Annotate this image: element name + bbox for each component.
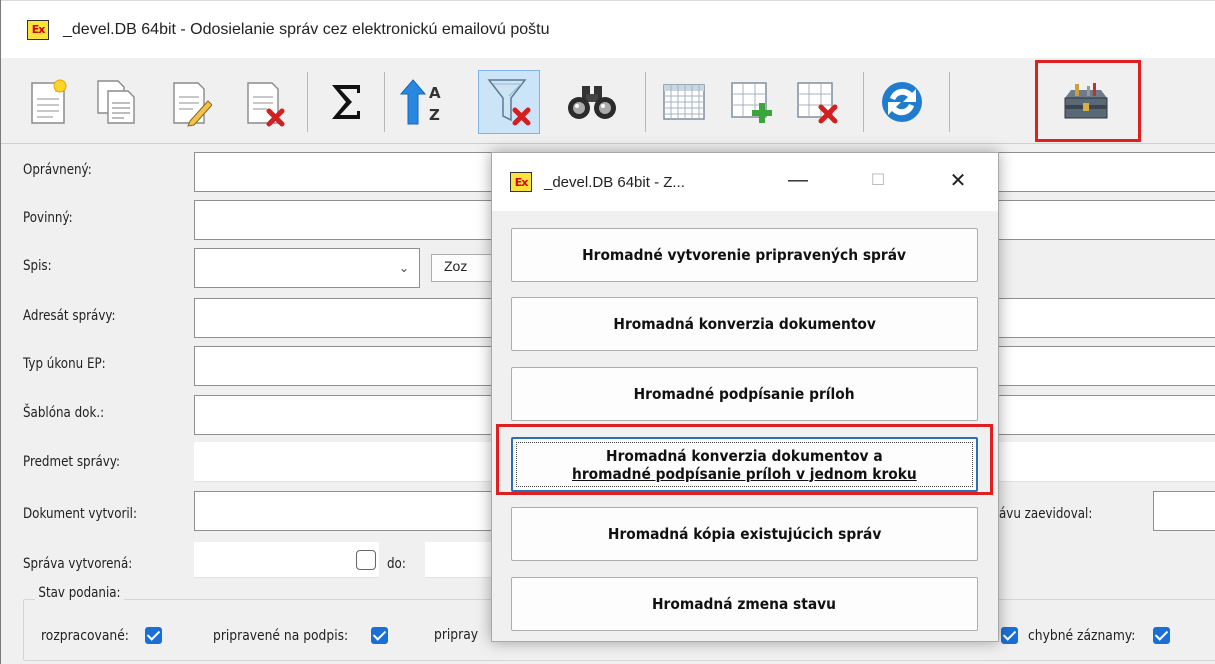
stav-pripray-label: pripray (434, 627, 479, 643)
clear-filter-button[interactable] (478, 70, 540, 134)
bulk-sign-button[interactable]: Hromadné podpísanie príloh (511, 367, 978, 421)
toolbar-separator (307, 72, 308, 132)
btn-line: Hromadné vytvorenie pripravených správ (582, 246, 907, 264)
clear-filter-icon (487, 79, 531, 126)
adresat-label: Adresát správy: (23, 308, 116, 324)
delete-row-button[interactable] (787, 70, 849, 134)
app-icon: Ex (27, 19, 49, 40)
binoculars-icon (568, 86, 616, 119)
zaevidoval-label: ávu zaevidoval: (999, 506, 1093, 522)
maximize-button[interactable]: ☐ (858, 165, 898, 195)
dialog-app-icon: Ex (510, 172, 532, 192)
stav-pripravene[interactable]: pripravené na podpis: (213, 627, 389, 644)
toolbar: A Z (1, 58, 1215, 144)
stav-rozpracovane[interactable]: rozpracované: (41, 627, 163, 644)
stav-pripray[interactable]: pripray (434, 627, 484, 643)
bulk-convert-button[interactable]: Hromadná konverzia dokumentov (511, 297, 978, 351)
dialog-title-bar: Ex _devel.DB 64bit - Z... (492, 153, 998, 211)
edit-document-button[interactable] (159, 70, 221, 134)
add-row-button[interactable] (721, 70, 783, 134)
stav-podania-label: Stav podania: (35, 585, 124, 601)
toolbox-highlight (1035, 60, 1141, 142)
dokument-vytvoril-label: Dokument vytvoril: (23, 506, 138, 522)
copy-document-icon (97, 80, 135, 124)
minimize-button[interactable]: — (778, 165, 818, 195)
add-row-icon (731, 82, 772, 123)
bulk-copy-button[interactable]: Hromadná kópia existujúcich správ (511, 507, 978, 561)
refresh-button[interactable] (871, 70, 933, 134)
refresh-icon (882, 82, 922, 122)
vytvorena-from-field[interactable] (194, 542, 379, 578)
stav-chybne[interactable]: chybné záznamy: (1001, 627, 1170, 644)
do-label: do: (387, 556, 406, 572)
toolbar-separator (645, 72, 646, 132)
bulk-copy-label: Hromadná kópia existujúcich správ (608, 525, 881, 543)
sum-icon (332, 85, 360, 119)
bulk-actions-dialog: Ex _devel.DB 64bit - Z... — ☐ ✕ Hromadné… (491, 152, 999, 642)
rozpracovane-checkbox[interactable] (145, 627, 163, 644)
new-document-icon (31, 79, 67, 124)
dokument-vytvoril-field[interactable] (194, 491, 504, 531)
bulk-status-change-label: Hromadná zmena stavu (652, 595, 836, 613)
sort-az-icon: A Z (399, 79, 441, 125)
zaevidoval-field[interactable] (1153, 491, 1215, 531)
find-button[interactable] (561, 70, 623, 134)
stav-pripravene-label: pripravené na podpis: (213, 627, 349, 644)
grid-button[interactable] (653, 70, 715, 134)
svg-text:A: A (429, 84, 441, 102)
sablona-label: Šablóna dok.: (23, 405, 105, 421)
bulk-create-label: Hromadné vytvorenie pripravených správ (583, 246, 907, 264)
prev-checkbox[interactable] (1001, 627, 1018, 644)
spis-label: Spis: (23, 258, 52, 274)
title-bar: Ex _devel.DB 64bit - Odosielanie správ c… (1, 0, 1215, 58)
toolbar-separator (863, 72, 864, 132)
stav-rozpracovane-label: rozpracované: (41, 627, 129, 644)
povinny-label: Povinný: (23, 210, 73, 226)
stav-chybne-label: chybné záznamy: (1028, 627, 1136, 644)
bulk-convert-label: Hromadná konverzia dokumentov (613, 315, 876, 333)
sprava-vytvorena-label: Správa vytvorená: (23, 556, 133, 572)
main-window: Ex _devel.DB 64bit - Odosielanie správ c… (0, 0, 1215, 664)
svg-text:Z: Z (429, 106, 440, 124)
opravneny-label: Oprávnený: (23, 162, 92, 178)
toolbar-separator (949, 72, 950, 132)
bulk-status-change-button[interactable]: Hromadná zmena stavu (511, 577, 978, 631)
btn-line: Hromadné podpísanie príloh (634, 385, 855, 403)
grid-icon (663, 84, 705, 120)
vytvorena-checkbox[interactable] (356, 550, 376, 570)
bulk-sign-label: Hromadné podpísanie príloh (634, 385, 855, 403)
typ-ukonu-label: Typ úkonu EP: (23, 356, 106, 372)
btn-line: Hromadná zmena stavu (652, 595, 837, 613)
btn-line: Hromadná kópia existujúcich správ (607, 525, 882, 543)
predmet-label: Predmet správy: (23, 454, 121, 470)
pripravene-checkbox[interactable] (371, 627, 389, 644)
delete-document-icon (247, 82, 285, 127)
chybne-checkbox[interactable] (1152, 627, 1170, 644)
bulk-create-button[interactable]: Hromadné vytvorenie pripravených správ (511, 228, 978, 282)
sort-button[interactable]: A Z (392, 70, 454, 134)
edit-document-icon (173, 82, 212, 127)
chevron-down-icon[interactable]: ⌄ (399, 261, 409, 275)
spis-combobox[interactable]: ⌄ (194, 248, 420, 288)
window-title: _devel.DB 64bit - Odosielanie správ cez … (63, 20, 550, 38)
delete-row-icon (797, 82, 838, 124)
close-button[interactable]: ✕ (938, 165, 978, 195)
sum-button[interactable] (315, 70, 377, 134)
btn-line: Hromadná konverzia dokumentov (613, 315, 876, 333)
dialog-title: _devel.DB 64bit - Z... (544, 173, 685, 191)
delete-document-button[interactable] (233, 70, 295, 134)
copy-document-button[interactable] (85, 70, 147, 134)
toolbar-separator (384, 72, 385, 132)
convert-sign-highlight (496, 424, 993, 495)
new-document-button[interactable] (17, 70, 79, 134)
